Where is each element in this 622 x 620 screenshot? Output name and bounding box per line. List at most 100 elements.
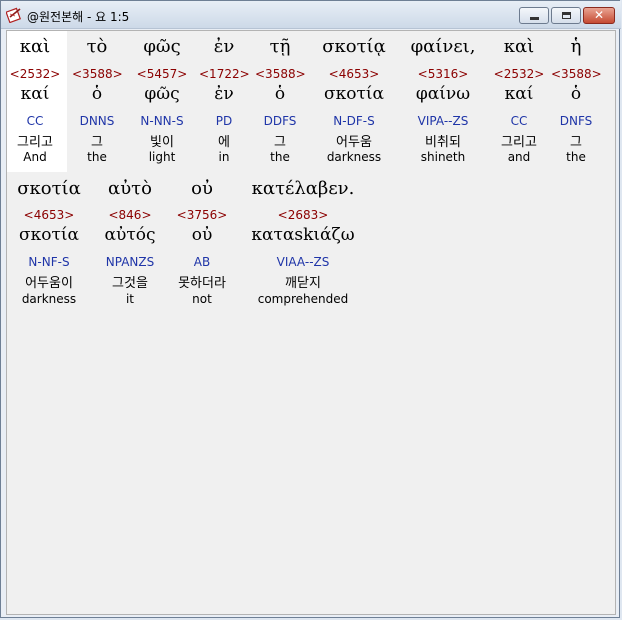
morphology-code: VIAA--ZS [276, 255, 330, 269]
morphology-code: AB [193, 255, 211, 269]
book-pen-icon [6, 7, 21, 23]
greek-word: αὐτὸ [108, 178, 152, 199]
korean-gloss: 그리고 [17, 135, 53, 150]
interlinear-pane[interactable]: καὶ <2532> καί CC 그리고 And τὸ <3588> ὁ DN… [6, 30, 616, 615]
lemma: σκοτία [18, 225, 79, 245]
korean-gloss: 어두움 [336, 135, 372, 150]
korean-gloss: 빛이 [150, 135, 174, 150]
lemma: καί [504, 84, 534, 104]
morphology-code: CC [510, 114, 528, 128]
english-gloss: and [507, 150, 531, 164]
title-bar[interactable]: @원전본해 - 요 1:5 ✕ [1, 1, 621, 29]
greek-word: τῇ [269, 36, 291, 57]
greek-word: οὐ [191, 178, 213, 199]
english-gloss: light [148, 150, 176, 164]
strong-number: <5457> [136, 67, 188, 81]
greek-word: σκοτίᾳ [322, 36, 386, 57]
morphology-code: N-NF-S [28, 255, 70, 269]
greek-word: ἐν [213, 36, 235, 57]
minimize-button[interactable] [519, 7, 549, 24]
morphology-code: N-NN-S [140, 114, 184, 128]
strong-number: <2683> [277, 208, 329, 222]
strong-number: <1722> [199, 67, 250, 81]
lemma: καταskιάζω [251, 225, 355, 245]
lemma: ὁ [274, 84, 286, 104]
english-gloss: darkness [326, 150, 382, 164]
korean-gloss: 에 [218, 135, 230, 150]
lemma: ὁ [91, 84, 103, 104]
interlinear-word[interactable]: σκοτία <4653> σκοτία N-NF-S 어두움이 darknes… [9, 173, 89, 313]
interlinear-word[interactable]: φαίνει, <5316> φαίνω VIPA--ZS 비취되 shinet… [403, 31, 483, 171]
morphology-code: CC [26, 114, 44, 128]
strong-number: <846> [108, 208, 152, 222]
interlinear-word[interactable]: αὐτὸ <846> αὐτός NPANZS 그것을 it [95, 173, 165, 313]
greek-word: τὸ [86, 36, 108, 57]
interlinear-word[interactable]: κατέλαβεν. <2683> καταskιάζω VIAA--ZS 깨닫… [243, 173, 363, 313]
english-gloss: not [192, 292, 212, 306]
lemma: σκοτία [323, 84, 384, 104]
morphology-code: DDFS [263, 114, 297, 128]
interlinear-word[interactable]: ἡ <3588> ὁ DNFS 그 the [551, 31, 602, 171]
greek-word: φῶς [143, 36, 181, 57]
maximize-icon [562, 12, 571, 19]
interlinear-word[interactable]: φῶς <5457> φῶς N-NN-S 빛이 light [134, 31, 190, 171]
lemma: καί [20, 84, 50, 104]
morphology-code: DNFS [559, 114, 593, 128]
strong-number: <2532> [9, 67, 61, 81]
english-gloss: darkness [21, 292, 77, 306]
interlinear-word[interactable]: οὐ <3756> οὐ AB 못하더라 not [167, 173, 237, 313]
interlinear-word[interactable]: καὶ <2532> καί CC 그리고 and [491, 31, 547, 171]
korean-gloss: 비취되 [425, 135, 461, 150]
lemma: ὁ [570, 84, 582, 104]
interlinear-word[interactable]: καὶ <2532> καί CC 그리고 And [7, 31, 63, 171]
morphology-code: VIPA--ZS [417, 114, 469, 128]
strong-number: <3588> [551, 67, 602, 81]
greek-word: ἡ [570, 36, 582, 57]
english-gloss: the [270, 150, 290, 164]
interlinear-word[interactable]: σκοτίᾳ <4653> σκοτία N-DF-S 어두움 darkness [314, 31, 394, 171]
interlinear-word[interactable]: ἐν <1722> ἐν PD 에 in [199, 31, 250, 171]
english-gloss: the [566, 150, 586, 164]
window-title: @원전본해 - 요 1:5 [27, 10, 130, 24]
korean-gloss: 어두움이 [25, 276, 73, 291]
morphology-code: DNNS [79, 114, 115, 128]
korean-gloss: 그 [570, 135, 582, 150]
greek-word: σκοτία [17, 178, 81, 199]
greek-word: κατέλαβεν. [251, 178, 355, 199]
morphology-code: N-DF-S [333, 114, 375, 128]
english-gloss: And [23, 150, 47, 164]
strong-number: <5316> [417, 67, 469, 81]
korean-gloss: 그 [91, 135, 103, 150]
strong-number: <4653> [23, 208, 75, 222]
english-gloss: comprehended [257, 292, 349, 306]
app-window: @원전본해 - 요 1:5 ✕ καὶ <2532> καί CC 그리고 An… [0, 0, 621, 618]
korean-gloss: 깨닫지 [285, 276, 321, 291]
english-gloss: in [218, 150, 230, 164]
lemma: ἐν [214, 84, 234, 104]
strong-number: <4653> [328, 67, 380, 81]
close-icon: ✕ [593, 8, 605, 22]
lemma: φαίνω [415, 84, 471, 104]
interlinear-word[interactable]: τὸ <3588> ὁ DNNS 그 the [72, 31, 123, 171]
english-gloss: it [125, 292, 135, 306]
greek-word: καὶ [19, 36, 51, 57]
korean-gloss: 그리고 [501, 135, 537, 150]
english-gloss: shineth [420, 150, 466, 164]
english-gloss: the [87, 150, 107, 164]
greek-word: φαίνει, [410, 36, 476, 57]
morphology-code: NPANZS [105, 255, 155, 269]
minimize-icon [530, 17, 539, 20]
strong-number: <3756> [176, 208, 228, 222]
korean-gloss: 못하더라 [178, 276, 226, 291]
morphology-code: PD [215, 114, 233, 128]
greek-word: καὶ [503, 36, 535, 57]
lemma: αὐτός [104, 225, 156, 245]
interlinear-word[interactable]: τῇ <3588> ὁ DDFS 그 the [255, 31, 306, 171]
korean-gloss: 그것을 [112, 276, 148, 291]
korean-gloss: 그 [274, 135, 286, 150]
strong-number: <2532> [493, 67, 545, 81]
close-button[interactable]: ✕ [583, 7, 615, 24]
maximize-button[interactable] [551, 7, 581, 24]
lemma: φῶς [144, 84, 180, 104]
strong-number: <3588> [255, 67, 306, 81]
